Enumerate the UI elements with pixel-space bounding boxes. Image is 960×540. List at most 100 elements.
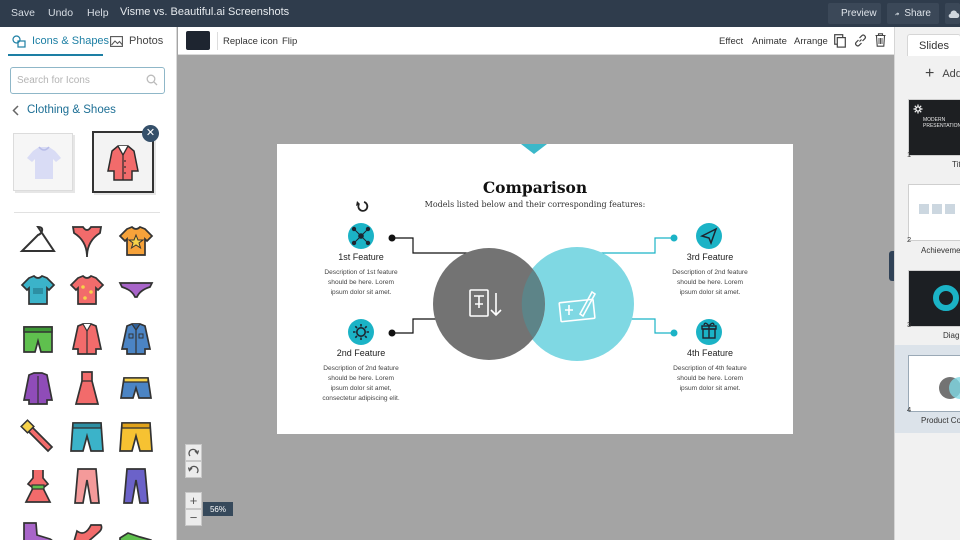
tab-photos[interactable]: Photos bbox=[110, 27, 163, 55]
connector-dot bbox=[388, 234, 396, 242]
top-bar: Save Undo Help Visme vs. Beautiful.ai Sc… bbox=[0, 0, 960, 27]
feature-2-description[interactable]: Description of 2nd feature should be her… bbox=[306, 364, 416, 404]
slide-canvas[interactable]: Comparison Models listed below and their… bbox=[277, 144, 793, 434]
yellow-shorts-icon[interactable] bbox=[116, 417, 156, 457]
flip-button[interactable]: Flip bbox=[282, 36, 297, 47]
feature-4-heading[interactable]: 4th Feature bbox=[655, 348, 765, 358]
rotate-handle-icon[interactable] bbox=[356, 201, 369, 212]
connector-dot bbox=[670, 234, 678, 242]
tank-top-icon[interactable] bbox=[67, 221, 107, 261]
redo-button[interactable] bbox=[185, 444, 202, 461]
tab-icons-shapes[interactable]: Icons & Shapes bbox=[12, 27, 109, 55]
feature-3-description[interactable]: Description of 2nd feature should be her… bbox=[655, 268, 765, 298]
feature-3-icon-bg bbox=[696, 223, 722, 249]
feature-2-desc-line: Description of 2nd feature bbox=[323, 365, 399, 372]
active-tab-indicator bbox=[8, 54, 103, 56]
feature-1-heading[interactable]: 1st Feature bbox=[306, 252, 416, 262]
underwear-icon[interactable] bbox=[116, 270, 156, 310]
zoom-in-button[interactable]: + bbox=[185, 492, 202, 509]
category-label: Clothing & Shoes bbox=[27, 104, 116, 116]
dress-icon[interactable] bbox=[67, 368, 107, 408]
denim-shirt-icon[interactable] bbox=[116, 319, 156, 359]
sundress-icon[interactable] bbox=[18, 466, 58, 506]
cloud-button[interactable] bbox=[945, 3, 960, 24]
slide-number-3: 3 bbox=[907, 320, 912, 329]
boot-icon[interactable] bbox=[18, 515, 58, 540]
shapes-icon bbox=[12, 34, 26, 48]
high-heel-icon[interactable] bbox=[67, 515, 107, 540]
share-button[interactable]: Share bbox=[887, 3, 939, 24]
shirt-colored-icon bbox=[107, 145, 139, 181]
feature-3-desc-line: should be here. Lorem bbox=[677, 279, 743, 286]
jacket-icon[interactable] bbox=[18, 368, 58, 408]
feature-4-desc-line: Description of 4th feature bbox=[673, 365, 747, 372]
tab-icons-shapes-label: Icons & Shapes bbox=[32, 35, 110, 47]
undo-icon bbox=[188, 465, 199, 473]
undo-menu[interactable]: Undo bbox=[48, 7, 73, 19]
tshirt-flat-icon bbox=[27, 146, 61, 179]
belt-icon[interactable] bbox=[18, 417, 58, 457]
thumb-2-block bbox=[932, 204, 942, 214]
slide-thumbnail-1[interactable]: MODERN PRESENTATION bbox=[908, 99, 960, 156]
thumb-3-donut bbox=[933, 285, 959, 311]
left-panel: Icons & Shapes Photos Clothing & Shoes bbox=[0, 27, 177, 540]
feature-4-description[interactable]: Description of 4th feature should be her… bbox=[655, 364, 765, 394]
jeans-icon[interactable] bbox=[116, 466, 156, 506]
help-menu[interactable]: Help bbox=[87, 7, 109, 19]
dotted-tshirt-icon[interactable] bbox=[67, 270, 107, 310]
share-label: Share bbox=[904, 8, 931, 19]
effect-button[interactable]: Effect bbox=[719, 36, 743, 47]
category-back-link[interactable]: Clothing & Shoes bbox=[12, 104, 116, 116]
cloud-icon bbox=[948, 10, 960, 18]
tab-photos-label: Photos bbox=[129, 35, 164, 47]
link-icon[interactable] bbox=[854, 34, 867, 47]
feature-2-heading[interactable]: 2nd Feature bbox=[306, 348, 416, 358]
feature-3-desc-line: Description of 2nd feature bbox=[672, 269, 748, 276]
star-tshirt-icon[interactable] bbox=[116, 221, 156, 261]
search-icon[interactable] bbox=[146, 74, 158, 86]
photo-icon bbox=[110, 35, 123, 47]
swim-shorts-icon[interactable] bbox=[67, 417, 107, 457]
color-swatch[interactable] bbox=[186, 31, 210, 50]
slide-number-2: 2 bbox=[907, 235, 912, 244]
copy-icon[interactable] bbox=[834, 34, 846, 48]
feature-1-description[interactable]: Description of 1st feature should be her… bbox=[306, 268, 416, 298]
feature-2-desc-line: consectetur adipiscing elit. bbox=[322, 395, 400, 402]
replace-icon-button[interactable]: Replace icon bbox=[223, 36, 278, 47]
shorts-icon[interactable] bbox=[116, 368, 156, 408]
trash-icon[interactable] bbox=[875, 33, 886, 47]
sneaker-icon[interactable] bbox=[116, 515, 156, 540]
zoom-out-button[interactable]: − bbox=[185, 509, 202, 526]
add-slide-button[interactable]: + Add bbox=[925, 66, 960, 82]
editor-toolbar: Replace icon Flip Effect Animate Arrange bbox=[178, 27, 894, 55]
slide-thumbnail-4[interactable] bbox=[908, 355, 960, 412]
gear-icon bbox=[913, 104, 923, 114]
thumb-1-title: MODERN PRESENTATION bbox=[923, 117, 960, 129]
connector-dot bbox=[670, 329, 678, 337]
slide-thumbnail-3[interactable] bbox=[908, 270, 960, 327]
animate-button[interactable]: Animate bbox=[752, 36, 787, 47]
slides-panel: Slides + Add MODERN PRESENTATION 1 Tit 2… bbox=[894, 27, 960, 540]
feature-3-heading[interactable]: 3rd Feature bbox=[655, 252, 765, 262]
shirt-icon[interactable] bbox=[67, 319, 107, 359]
undo-button[interactable] bbox=[185, 461, 202, 478]
preview-button[interactable]: Preview bbox=[828, 3, 881, 24]
tab-slides[interactable]: Slides bbox=[907, 34, 960, 56]
pants-icon[interactable] bbox=[67, 466, 107, 506]
icon-search-input[interactable] bbox=[17, 68, 142, 92]
boxers-icon[interactable] bbox=[18, 319, 58, 359]
preview-label: Preview bbox=[841, 8, 877, 19]
slide-thumbnail-2[interactable] bbox=[908, 184, 960, 241]
close-icon[interactable]: ✕ bbox=[142, 125, 159, 142]
save-menu[interactable]: Save bbox=[11, 7, 35, 19]
slide-label-2: Achieveme bbox=[921, 246, 960, 255]
icon-variant-flat[interactable] bbox=[13, 133, 73, 191]
slide-label-4: Product Co bbox=[921, 416, 960, 425]
plus-icon: + bbox=[925, 65, 935, 82]
hanger-icon[interactable] bbox=[18, 221, 58, 261]
arrange-button[interactable]: Arrange bbox=[794, 36, 828, 47]
tshirt-icon[interactable] bbox=[18, 270, 58, 310]
project-title[interactable]: Visme vs. Beautiful.ai Screenshots bbox=[120, 6, 289, 18]
feature-4-desc-line: ipsum dolor sit amet. bbox=[679, 385, 741, 392]
slide-number-4: 4 bbox=[907, 405, 912, 414]
